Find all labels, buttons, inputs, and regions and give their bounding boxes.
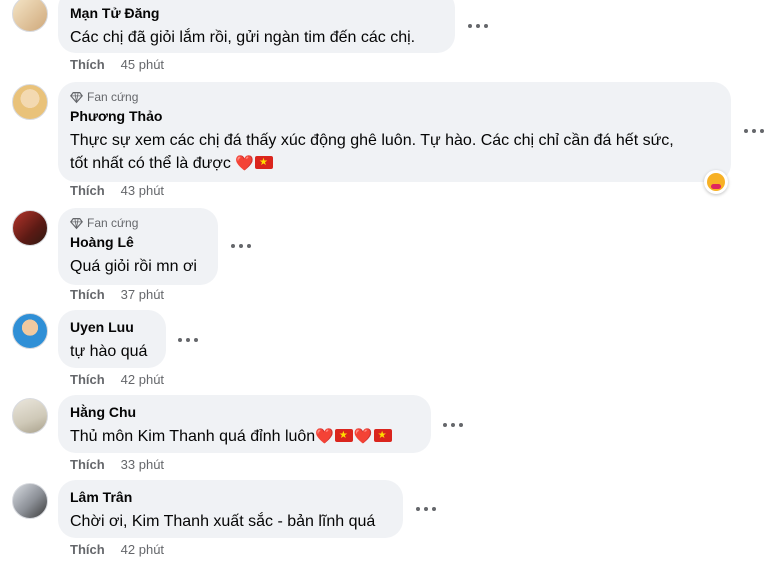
more-options-icon[interactable] [231, 241, 251, 251]
vietnam-flag-icon [334, 429, 353, 442]
comment-text: tự hào quá [70, 343, 148, 360]
comment-text: Chời ơi, Kim Thanh xuất sắc - bản lĩnh q… [70, 513, 376, 530]
like-button[interactable]: Thích [70, 183, 105, 198]
like-button[interactable]: Thích [70, 287, 105, 302]
more-options-icon[interactable] [416, 504, 436, 514]
heart-emoji-icon: ❤️ [353, 428, 373, 445]
comment-meta: Thích 33 phút [70, 457, 164, 472]
comment-author[interactable]: Hằng Chu [70, 403, 419, 421]
avatar[interactable] [12, 210, 48, 246]
comment-text: Quá giỏi rồi mn ơi [70, 258, 197, 275]
comment-text-line: Thực sự xem các chị đá thấy xúc động ghê… [70, 132, 674, 149]
diamond-icon [70, 91, 83, 103]
comment-meta: Thích 43 phút [70, 183, 164, 198]
comment-timestamp[interactable]: 43 phút [121, 183, 164, 198]
avatar[interactable] [12, 398, 48, 434]
comment-meta: Thích 45 phút [70, 57, 164, 72]
like-button[interactable]: Thích [70, 457, 105, 472]
comment-author[interactable]: Lâm Trân [70, 488, 391, 506]
avatar[interactable] [12, 84, 48, 120]
comment-author[interactable]: Hoàng Lê [70, 233, 206, 251]
avatar[interactable] [12, 313, 48, 349]
vietnam-flag-icon [373, 429, 392, 442]
heart-emoji-icon: ❤️ [315, 428, 334, 445]
comment-text-content: Thủ môn Kim Thanh quá đỉnh luôn [70, 428, 316, 445]
more-options-icon[interactable] [178, 335, 198, 345]
more-options-icon[interactable] [443, 420, 463, 430]
vietnam-flag-icon [255, 156, 273, 169]
like-button[interactable]: Thích [70, 57, 105, 72]
comment-bubble: Mạn Tử Đăng Các chị đã giỏi lắm rồi, gửi… [58, 0, 455, 53]
badge-label: Fan cứng [87, 216, 139, 230]
like-button[interactable]: Thích [70, 542, 105, 557]
comment-timestamp[interactable]: 33 phút [121, 457, 164, 472]
more-options-icon[interactable] [744, 126, 764, 136]
comment-text: Thủ môn Kim Thanh quá đỉnh luôn❤️❤️ [70, 425, 419, 448]
comment-bubble: Hằng Chu Thủ môn Kim Thanh quá đỉnh luôn… [58, 395, 431, 453]
badge-label: Fan cứng [87, 90, 139, 104]
comment-bubble: Lâm Trân Chời ơi, Kim Thanh xuất sắc - b… [58, 480, 403, 538]
comment-text: Thực sự xem các chị đá thấy xúc động ghê… [70, 129, 719, 175]
comment-timestamp[interactable]: 42 phút [121, 372, 164, 387]
fan-badge: Fan cứng [70, 90, 719, 104]
comment-timestamp[interactable]: 42 phút [121, 542, 164, 557]
like-button[interactable]: Thích [70, 372, 105, 387]
comment-timestamp[interactable]: 45 phút [121, 57, 164, 72]
comment-text: Các chị đã giỏi lắm rồi, gửi ngàn tim đế… [70, 29, 416, 46]
fan-badge: Fan cứng [70, 216, 206, 230]
avatar[interactable] [12, 0, 48, 32]
heart-emoji-icon: ❤️ [235, 155, 254, 172]
more-options-icon[interactable] [468, 21, 488, 31]
comment-meta: Thích 42 phút [70, 372, 164, 387]
comment-meta: Thích 42 phút [70, 542, 164, 557]
comment-author[interactable]: Phương Thảo [70, 107, 719, 125]
comment-text-line-2: tốt nhất có thể là được ❤️ [70, 152, 719, 175]
care-reaction-icon[interactable] [704, 170, 728, 194]
comment-author[interactable]: Uyen Luu [70, 318, 154, 336]
diamond-icon [70, 217, 83, 229]
comment-timestamp[interactable]: 37 phút [121, 287, 164, 302]
comment-author[interactable]: Mạn Tử Đăng [70, 4, 443, 22]
comment-bubble: Uyen Luu tự hào quá [58, 310, 166, 368]
avatar[interactable] [12, 483, 48, 519]
comment-text-line-content: tốt nhất có thể là được [70, 155, 231, 172]
comment-bubble: Fan cứng Hoàng Lê Quá giỏi rồi mn ơi [58, 208, 218, 285]
comment-meta: Thích 37 phút [70, 287, 164, 302]
comment-bubble: Fan cứng Phương Thảo Thực sự xem các chị… [58, 82, 731, 182]
